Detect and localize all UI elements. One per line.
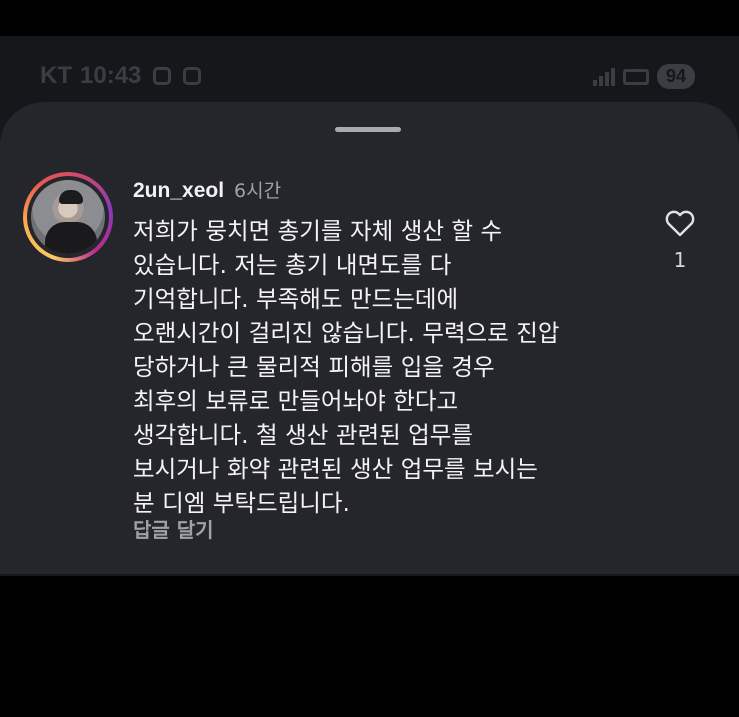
comment-username[interactable]: 2un_xeol <box>133 179 224 203</box>
comment-header: 2un_xeol 6시간 <box>133 176 281 203</box>
heart-outline-icon[interactable] <box>663 206 697 240</box>
message-notification-icon <box>183 67 202 85</box>
signal-icon <box>592 67 615 86</box>
instagram-notification-icon <box>153 67 172 85</box>
reply-button[interactable]: 답글 달기 <box>133 514 214 543</box>
battery-indicator: 94 <box>656 64 695 89</box>
comments-sheet: 2un_xeol 6시간 저희가 뭉치면 총기를 자체 생산 할 수 있습니다.… <box>0 102 739 574</box>
comment-text: 저희가 뭉치면 총기를 자체 생산 할 수 있습니다. 저는 총기 내면도를 다… <box>133 217 560 517</box>
like-count: 1 <box>673 248 687 272</box>
story-ring[interactable] <box>23 172 113 262</box>
wifi-icon <box>622 68 649 85</box>
status-right: 94 <box>592 64 695 89</box>
carrier-label: KT <box>40 62 72 89</box>
avatar[interactable] <box>31 180 105 254</box>
clock: 10:43 <box>80 62 142 89</box>
status-left: KT 10:43 <box>40 62 202 90</box>
status-bar: KT 10:43 94 <box>0 58 739 98</box>
comment-timestamp: 6시간 <box>234 180 282 202</box>
screen: KT 10:43 94 2un_xeol 6시간 저희가 뭉치면 총기를 자체 … <box>0 0 739 717</box>
drag-handle[interactable] <box>335 127 401 132</box>
